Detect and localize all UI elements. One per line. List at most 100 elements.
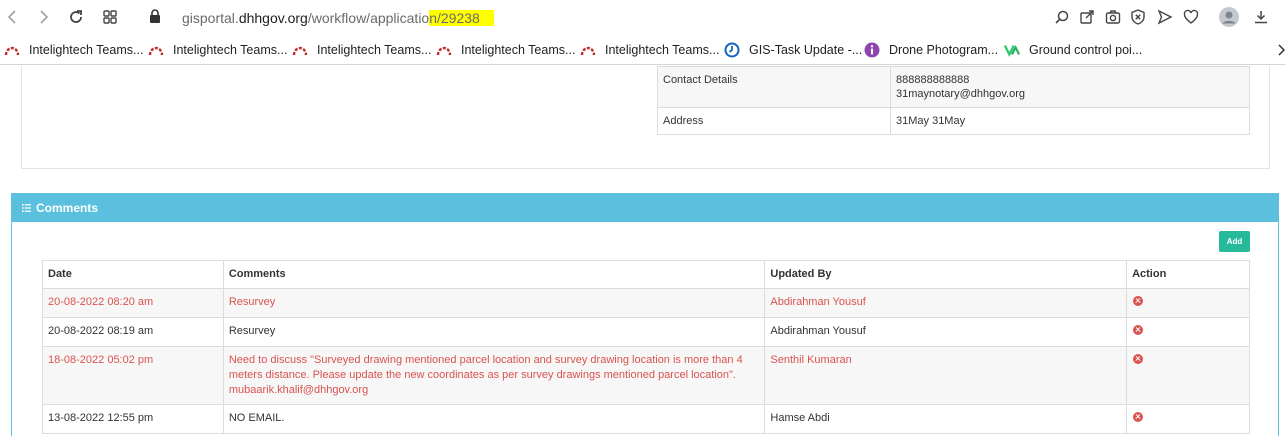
details-value: 31May 31May [890,107,1250,135]
delete-icon[interactable] [1133,325,1144,335]
column-header-comments[interactable]: Comments [222,260,766,289]
contact-email: 31maynotary@dhhgov.org [896,88,1025,100]
comment-author: Senthil Kumaran [764,346,1128,405]
lock-icon [149,9,161,26]
teams-logo-icon [436,42,452,58]
comment-author: Abdirahman Yousuf [764,317,1128,347]
profile-button[interactable] [1218,6,1240,28]
url-prefix: gisportal. [182,10,239,26]
adblock-button[interactable] [1127,6,1149,28]
teams-logo-icon [148,42,164,58]
bookmark-item[interactable]: Intelightech Teams... [436,41,575,59]
bookmark-label: Ground control poi... [1029,43,1143,57]
table-row: 20-08-2022 08:19 am Resurvey Abdirahman … [42,317,1250,347]
bookmark-item[interactable]: Intelightech Teams... [580,41,719,59]
page-content: Contact Details 888888888888 31maynotary… [0,66,1285,436]
favorite-button[interactable] [1180,6,1202,28]
url-host: dhhgov.org [238,10,308,26]
comments-panel: Comments Add Date Comments Updated By Ac… [11,193,1279,436]
applicant-details-card: Contact Details 888888888888 31maynotary… [21,66,1270,169]
shield-x-icon [1131,9,1145,25]
heart-icon [1183,9,1199,24]
teams-logo-icon [580,42,596,58]
bookmark-label: Intelightech Teams... [461,43,576,57]
drone-info-icon [864,42,880,58]
comment-text: Resurvey [222,288,766,318]
bookmark-item[interactable]: Ground control poi... [1004,41,1142,59]
details-key: Address [657,107,891,135]
back-button[interactable] [2,6,24,28]
details-table: Contact Details 888888888888 31maynotary… [657,66,1250,135]
contact-phone: 888888888888 [896,74,970,86]
apps-button[interactable] [99,6,121,28]
send-icon [1157,9,1173,25]
reload-icon [70,10,82,23]
comment-date: 18-08-2022 05:02 pm [42,346,224,405]
delete-icon[interactable] [1133,296,1144,306]
url-text: gisportal.dhhgov.org/workflow/applicatio… [182,10,494,26]
details-value: 888888888888 31maynotary@dhhgov.org [890,66,1250,108]
panel-title: Comments [36,201,99,215]
details-row: Address 31May 31May [657,107,1250,135]
comment-action [1126,288,1250,318]
comment-action [1126,346,1250,405]
downloads-button[interactable] [1250,6,1272,28]
share-icon [1080,10,1094,24]
back-arrow-icon [7,10,16,24]
zoom-button[interactable] [1051,6,1073,28]
screenshot-button[interactable] [1102,6,1124,28]
forward-arrow-icon [40,10,49,24]
teams-logo-icon [4,42,20,58]
comment-date: 20-08-2022 08:20 am [42,288,224,318]
camera-icon [1105,10,1121,24]
bookmark-item[interactable]: Intelightech Teams... [148,41,287,59]
comments-panel-body: Add Date Comments Updated By Action 20-0… [12,222,1278,436]
comment-date: 20-08-2022 08:19 am [42,317,224,347]
comment-text: NO EMAIL. [222,404,766,434]
comment-author: Abdirahman Yousuf [764,288,1128,318]
table-row: 13-08-2022 12:55 pm NO EMAIL. Hamse Abdi [42,404,1250,434]
column-header-updated-by[interactable]: Updated By [764,260,1128,289]
avatar-icon [1219,7,1239,27]
table-row: 18-08-2022 05:02 pm Need to discuss "Sur… [42,346,1250,405]
send-button[interactable] [1154,6,1176,28]
bookmark-item[interactable]: Intelightech Teams... [4,41,143,59]
url-highlight-pad [479,10,494,26]
chevron-right-icon [1278,44,1285,56]
column-header-action: Action [1126,260,1250,289]
bookmarks-bar: Intelightech Teams... Intelightech Teams… [0,35,1285,65]
share-button[interactable] [1076,6,1098,28]
comment-action [1126,404,1250,434]
bookmark-label: Intelightech Teams... [317,43,432,57]
details-row: Contact Details 888888888888 31maynotary… [657,66,1250,108]
add-comment-button[interactable]: Add [1219,231,1250,252]
details-key: Contact Details [657,66,891,108]
list-icon [22,204,31,212]
bookmarks-overflow-button[interactable] [1278,41,1285,59]
comment-author: Hamse Abdi [764,404,1128,434]
table-row: 20-08-2022 08:20 am Resurvey Abdirahman … [42,288,1250,318]
bookmark-item[interactable]: GIS-Task Update -... [724,41,862,59]
delete-icon[interactable] [1133,354,1144,364]
bookmark-label: Drone Photogram... [889,43,999,57]
download-icon [1255,11,1267,24]
table-header-row: Date Comments Updated By Action [42,260,1250,289]
comment-date: 13-08-2022 12:55 pm [42,404,224,434]
bookmark-label: Intelightech Teams... [29,43,144,57]
gcp-logo-icon [1004,42,1020,58]
column-header-date[interactable]: Date [42,260,224,289]
teams-logo-icon [292,42,308,58]
comment-text: Resurvey [222,317,766,347]
forward-button[interactable] [32,6,54,28]
apps-grid-icon [103,10,117,24]
browser-toolbar: gisportal.dhhgov.org/workflow/applicatio… [0,0,1285,35]
bookmark-label: Intelightech Teams... [173,43,288,57]
magnifier-icon [1055,10,1069,24]
bookmark-item[interactable]: Drone Photogram... [864,41,998,59]
reload-button[interactable] [65,6,87,28]
comment-text: Need to discuss "Surveyed drawing mentio… [222,346,766,405]
bookmark-item[interactable]: Intelightech Teams... [292,41,431,59]
comments-table: Date Comments Updated By Action 20-08-20… [42,260,1250,434]
delete-icon[interactable] [1133,412,1144,422]
url-highlight: n/29238 [429,10,480,26]
